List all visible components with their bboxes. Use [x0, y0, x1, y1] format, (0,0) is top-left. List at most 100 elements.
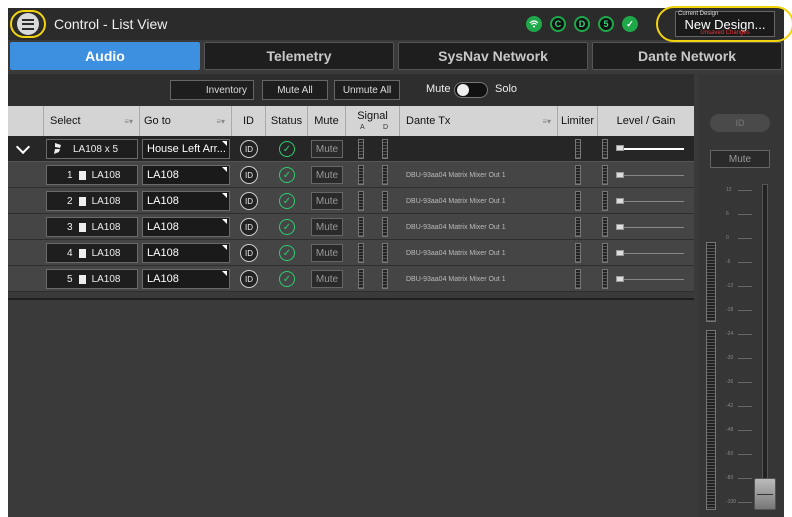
panel-mute-button[interactable]: Mute [710, 150, 770, 168]
mute-button[interactable]: Mute [311, 192, 343, 210]
row-id-cell: ID [240, 269, 258, 289]
row-goto-box[interactable]: LA108 [142, 269, 230, 289]
chevron-down-icon[interactable] [15, 139, 31, 155]
header-status: Status [266, 106, 308, 136]
row-model: LA108 [91, 247, 121, 259]
unmute-all-button[interactable]: Unmute All [334, 80, 400, 100]
row-index: 2 [67, 195, 73, 207]
mute-button[interactable]: Mute [311, 244, 343, 262]
level-meter-bar [602, 243, 608, 263]
row-select-box[interactable]: 5 LA108 [46, 269, 138, 289]
row-select-box[interactable]: 1 LA108 [46, 165, 138, 185]
group-select-box[interactable]: LA108 x 5 [46, 139, 138, 159]
fader-scale-label: -100 [726, 499, 737, 505]
level-meter-bar [602, 191, 608, 211]
fader-handle[interactable] [754, 478, 776, 510]
number-badge-icon[interactable]: 5 [598, 16, 614, 32]
signal-d-meter [382, 191, 388, 211]
identify-button[interactable]: ID [240, 140, 258, 158]
current-design-button[interactable]: Current Design New Design... Unsaved Cha… [656, 6, 792, 42]
header-expand [8, 106, 44, 136]
gain-slider[interactable] [616, 243, 684, 263]
fader-scale-tick [738, 214, 752, 215]
tab-telemetry[interactable]: Telemetry [204, 42, 394, 70]
status-indicators: C D 5 ✓ [526, 16, 638, 32]
panel-identify-button[interactable]: ID [710, 114, 770, 132]
hamburger-menu-button[interactable] [10, 10, 46, 38]
dante-tx-label: DBU-93aa04 Matrix Mixer Out 1 [406, 249, 506, 257]
mute-button[interactable]: Mute [311, 140, 343, 158]
row-select-box[interactable]: 3 LA108 [46, 217, 138, 237]
app-window: Control - List View C D 5 ✓ Current Desi… [8, 6, 792, 517]
fader-scale-tick [738, 358, 752, 359]
signal-a-meter [358, 269, 364, 289]
mute-button[interactable]: Mute [311, 166, 343, 184]
gain-slider-thumb[interactable] [616, 197, 624, 204]
check-badge-icon[interactable]: ✓ [622, 16, 638, 32]
mute-solo-toggle[interactable] [454, 82, 488, 98]
tab-audio[interactable]: Audio [10, 42, 200, 70]
mute-button[interactable]: Mute [311, 218, 343, 236]
fader-track[interactable] [762, 184, 768, 510]
header-dante-tx-label: Dante Tx [406, 115, 451, 127]
title-bar: Control - List View C D 5 ✓ Current Desi… [8, 6, 792, 42]
signal-a-meter [358, 191, 364, 211]
row-goto-box[interactable]: LA108 [142, 191, 230, 211]
row-select-box[interactable]: 4 LA108 [46, 243, 138, 263]
fader-scale-label: -80 [726, 475, 734, 481]
fader-scale-label: -6 [726, 259, 731, 265]
gain-slider[interactable] [616, 191, 684, 211]
c-badge-icon[interactable]: C [550, 16, 566, 32]
inventory-button[interactable]: Inventory [170, 80, 254, 100]
speaker-icon [78, 274, 86, 284]
status-ok-icon: ✓ [279, 193, 295, 209]
wifi-icon[interactable] [526, 16, 542, 32]
sort-icon[interactable]: ≡▾ [124, 117, 133, 126]
header-dante-tx[interactable]: Dante Tx ≡▾ [400, 106, 558, 136]
gain-slider[interactable] [616, 165, 684, 185]
mute-button[interactable]: Mute [311, 270, 343, 288]
identify-button[interactable]: ID [240, 218, 258, 236]
gain-slider-thumb[interactable] [616, 275, 624, 282]
tab-dante-network[interactable]: Dante Network [592, 42, 782, 70]
row-model: LA108 [91, 221, 121, 233]
signal-d-meter [382, 165, 388, 185]
row-goto-box[interactable]: LA108 [142, 165, 230, 185]
gain-slider[interactable] [616, 139, 684, 159]
header-goto-label: Go to [144, 115, 171, 127]
level-meter [602, 139, 608, 159]
row-goto-box[interactable]: LA108 [142, 217, 230, 237]
group-goto-box[interactable]: House Left Arr... [142, 139, 230, 159]
row-select-box[interactable]: 2 LA108 [46, 191, 138, 211]
d-badge-icon[interactable]: D [574, 16, 590, 32]
level-meter-bar [602, 269, 608, 289]
identify-button[interactable]: ID [240, 270, 258, 288]
identify-button[interactable]: ID [240, 244, 258, 262]
header-goto[interactable]: Go to ≡▾ [140, 106, 232, 136]
identify-button[interactable]: ID [240, 166, 258, 184]
signal-d-meter-bar [382, 191, 388, 211]
gain-slider-thumb[interactable] [616, 145, 624, 151]
mute-all-button[interactable]: Mute All [262, 80, 328, 100]
tab-sysnav-network[interactable]: SysNav Network [398, 42, 588, 70]
dropdown-corner-icon [222, 193, 227, 198]
gain-slider-thumb[interactable] [616, 223, 624, 230]
sort-icon[interactable]: ≡▾ [542, 117, 551, 126]
level-meter [602, 243, 608, 263]
dropdown-corner-icon [222, 219, 227, 224]
gain-slider-thumb[interactable] [616, 171, 624, 178]
identify-button[interactable]: ID [240, 192, 258, 210]
header-select[interactable]: Select ≡▾ [44, 106, 140, 136]
panel-meter-upper [706, 242, 716, 322]
signal-d-meter-bar [382, 139, 388, 159]
gain-slider[interactable] [616, 269, 684, 289]
gain-slider[interactable] [616, 217, 684, 237]
gain-slider-track [616, 197, 684, 204]
gain-slider-thumb[interactable] [616, 249, 624, 256]
signal-d-meter [382, 243, 388, 263]
fader-scale-label: -42 [726, 403, 734, 409]
sort-icon[interactable]: ≡▾ [216, 117, 225, 126]
level-meter [602, 165, 608, 185]
signal-a-meter [358, 165, 364, 185]
row-goto-box[interactable]: LA108 [142, 243, 230, 263]
